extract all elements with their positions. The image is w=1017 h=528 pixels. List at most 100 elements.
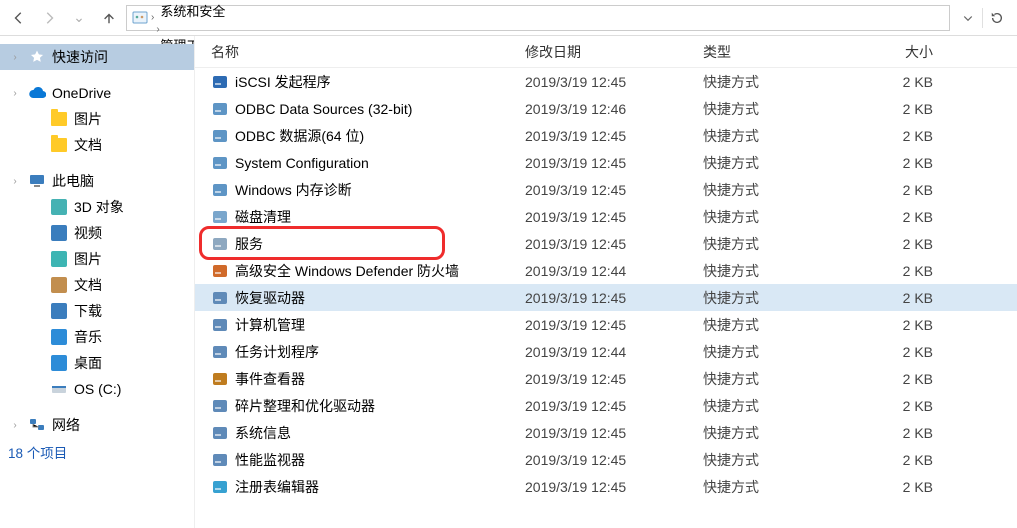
table-row[interactable]: 恢复驱动器2019/3/19 12:45快捷方式2 KB <box>195 284 1017 311</box>
up-button[interactable] <box>96 5 122 31</box>
refresh-button[interactable] <box>983 5 1011 31</box>
file-size: 2 KB <box>851 479 953 495</box>
sidebar-item-16[interactable]: ›网络 <box>0 412 194 438</box>
file-type: 快捷方式 <box>703 99 851 119</box>
sidebar-item-11[interactable]: 下载 <box>0 298 194 324</box>
crumb-1[interactable]: 系统和安全 <box>156 1 229 20</box>
file-date: 2019/3/19 12:45 <box>525 452 703 468</box>
file-size: 2 KB <box>851 101 953 117</box>
sidebar-item-3[interactable]: 图片 <box>0 106 194 132</box>
recent-dropdown[interactable]: ⌄ <box>66 5 92 31</box>
firewall-icon <box>211 262 229 280</box>
sidebar-item-9[interactable]: 图片 <box>0 246 194 272</box>
table-row[interactable]: 性能监视器2019/3/19 12:45快捷方式2 KB <box>195 446 1017 473</box>
event-icon <box>211 370 229 388</box>
file-name: 服务 <box>235 234 263 254</box>
table-row[interactable]: System Configuration2019/3/19 12:45快捷方式2… <box>195 149 1017 176</box>
sidebar-item-label: 文档 <box>74 135 102 155</box>
col-date-header[interactable]: 修改日期 <box>525 42 703 62</box>
col-name-header[interactable]: 名称 <box>195 42 525 62</box>
address-end <box>954 5 1011 31</box>
file-date: 2019/3/19 12:45 <box>525 479 703 495</box>
file-type: 快捷方式 <box>703 369 851 389</box>
file-date: 2019/3/19 12:45 <box>525 317 703 333</box>
file-date: 2019/3/19 12:45 <box>525 371 703 387</box>
sidebar-item-13[interactable]: 桌面 <box>0 350 194 376</box>
chevron-right-icon: › <box>8 176 22 187</box>
table-row[interactable]: iSCSI 发起程序2019/3/19 12:45快捷方式2 KB <box>195 68 1017 95</box>
sidebar-item-6[interactable]: ›此电脑 <box>0 168 194 194</box>
folder-icon <box>50 110 68 128</box>
file-name: 恢复驱动器 <box>235 288 305 308</box>
table-row[interactable]: 高级安全 Windows Defender 防火墙2019/3/19 12:44… <box>195 257 1017 284</box>
sidebar-item-label: 文档 <box>74 275 102 295</box>
table-row[interactable]: 计算机管理2019/3/19 12:45快捷方式2 KB <box>195 311 1017 338</box>
table-row[interactable]: 碎片整理和优化驱动器2019/3/19 12:45快捷方式2 KB <box>195 392 1017 419</box>
arrow-up-icon <box>102 11 116 25</box>
col-type-header[interactable]: 类型 <box>703 42 851 62</box>
chevron-right-icon: › <box>156 0 159 1</box>
sidebar-item-10[interactable]: 文档 <box>0 272 194 298</box>
table-row[interactable]: 服务2019/3/19 12:45快捷方式2 KB <box>195 230 1017 257</box>
3d-icon <box>50 198 68 216</box>
gear-icon <box>211 235 229 253</box>
forward-button[interactable] <box>36 5 62 31</box>
main-area: ›快速访问›OneDrive图片文档›此电脑3D 对象视频图片文档下载音乐桌面O… <box>0 36 1017 528</box>
table-row[interactable]: Windows 内存诊断2019/3/19 12:45快捷方式2 KB <box>195 176 1017 203</box>
file-name: 注册表编辑器 <box>235 477 319 497</box>
file-size: 2 KB <box>851 317 953 333</box>
chevron-right-icon: › <box>156 24 159 35</box>
sidebar-item-8[interactable]: 视频 <box>0 220 194 246</box>
arrow-right-icon <box>42 11 56 25</box>
table-row[interactable]: 注册表编辑器2019/3/19 12:45快捷方式2 KB <box>195 473 1017 500</box>
file-name: iSCSI 发起程序 <box>235 72 331 92</box>
folder-icon <box>50 136 68 154</box>
sidebar-item-7[interactable]: 3D 对象 <box>0 194 194 220</box>
file-name: ODBC Data Sources (32-bit) <box>235 101 412 117</box>
refresh-icon <box>990 11 1004 25</box>
address-dropdown[interactable] <box>954 5 982 31</box>
table-row[interactable]: 磁盘清理2019/3/19 12:45快捷方式2 KB <box>195 203 1017 230</box>
file-date: 2019/3/19 12:44 <box>525 263 703 279</box>
breadcrumb[interactable]: › 控制面板›系统和安全›管理工具› <box>126 5 950 31</box>
col-size-header[interactable]: 大小 <box>851 42 953 62</box>
pictures-icon <box>50 250 68 268</box>
manage-icon <box>211 316 229 334</box>
file-name: 磁盘清理 <box>235 207 291 227</box>
sidebar-item-14[interactable]: OS (C:) <box>0 376 194 402</box>
file-size: 2 KB <box>851 182 953 198</box>
docs-icon <box>50 276 68 294</box>
table-row[interactable]: 事件查看器 2019/3/19 12:45快捷方式2 KB <box>195 365 1017 392</box>
file-size: 2 KB <box>851 128 953 144</box>
file-type: 快捷方式 <box>703 207 851 227</box>
task-icon <box>211 343 229 361</box>
file-type: 快捷方式 <box>703 315 851 335</box>
file-date: 2019/3/19 12:45 <box>525 182 703 198</box>
file-date: 2019/3/19 12:45 <box>525 209 703 225</box>
sidebar-item-2[interactable]: ›OneDrive <box>0 80 194 106</box>
file-name: 任务计划程序 <box>235 342 319 362</box>
sidebar-item-12[interactable]: 音乐 <box>0 324 194 350</box>
table-row[interactable]: ODBC Data Sources (32-bit)2019/3/19 12:4… <box>195 95 1017 122</box>
chevron-right-icon: › <box>8 88 22 99</box>
sidebar-item-0[interactable]: ›快速访问 <box>0 44 194 70</box>
desktop-icon <box>50 354 68 372</box>
table-row[interactable]: ODBC 数据源(64 位)2019/3/19 12:45快捷方式2 KB <box>195 122 1017 149</box>
chevron-right-icon: › <box>8 52 22 63</box>
back-button[interactable] <box>6 5 32 31</box>
file-type: 快捷方式 <box>703 342 851 362</box>
info-icon <box>211 424 229 442</box>
file-date: 2019/3/19 12:45 <box>525 290 703 306</box>
table-row[interactable]: 系统信息2019/3/19 12:45快捷方式2 KB <box>195 419 1017 446</box>
chevron-down-icon <box>962 12 974 24</box>
file-name: 事件查看器 <box>235 369 305 389</box>
file-list-pane: 名称 修改日期 类型 大小 iSCSI 发起程序2019/3/19 12:45快… <box>195 36 1017 528</box>
tool-icon <box>211 100 229 118</box>
table-row[interactable]: 任务计划程序2019/3/19 12:44快捷方式2 KB <box>195 338 1017 365</box>
file-date: 2019/3/19 12:45 <box>525 236 703 252</box>
file-type: 快捷方式 <box>703 234 851 254</box>
sidebar-item-label: OS (C:) <box>74 381 121 397</box>
sidebar-item-label: 图片 <box>74 249 102 269</box>
file-size: 2 KB <box>851 371 953 387</box>
sidebar-item-4[interactable]: 文档 <box>0 132 194 158</box>
